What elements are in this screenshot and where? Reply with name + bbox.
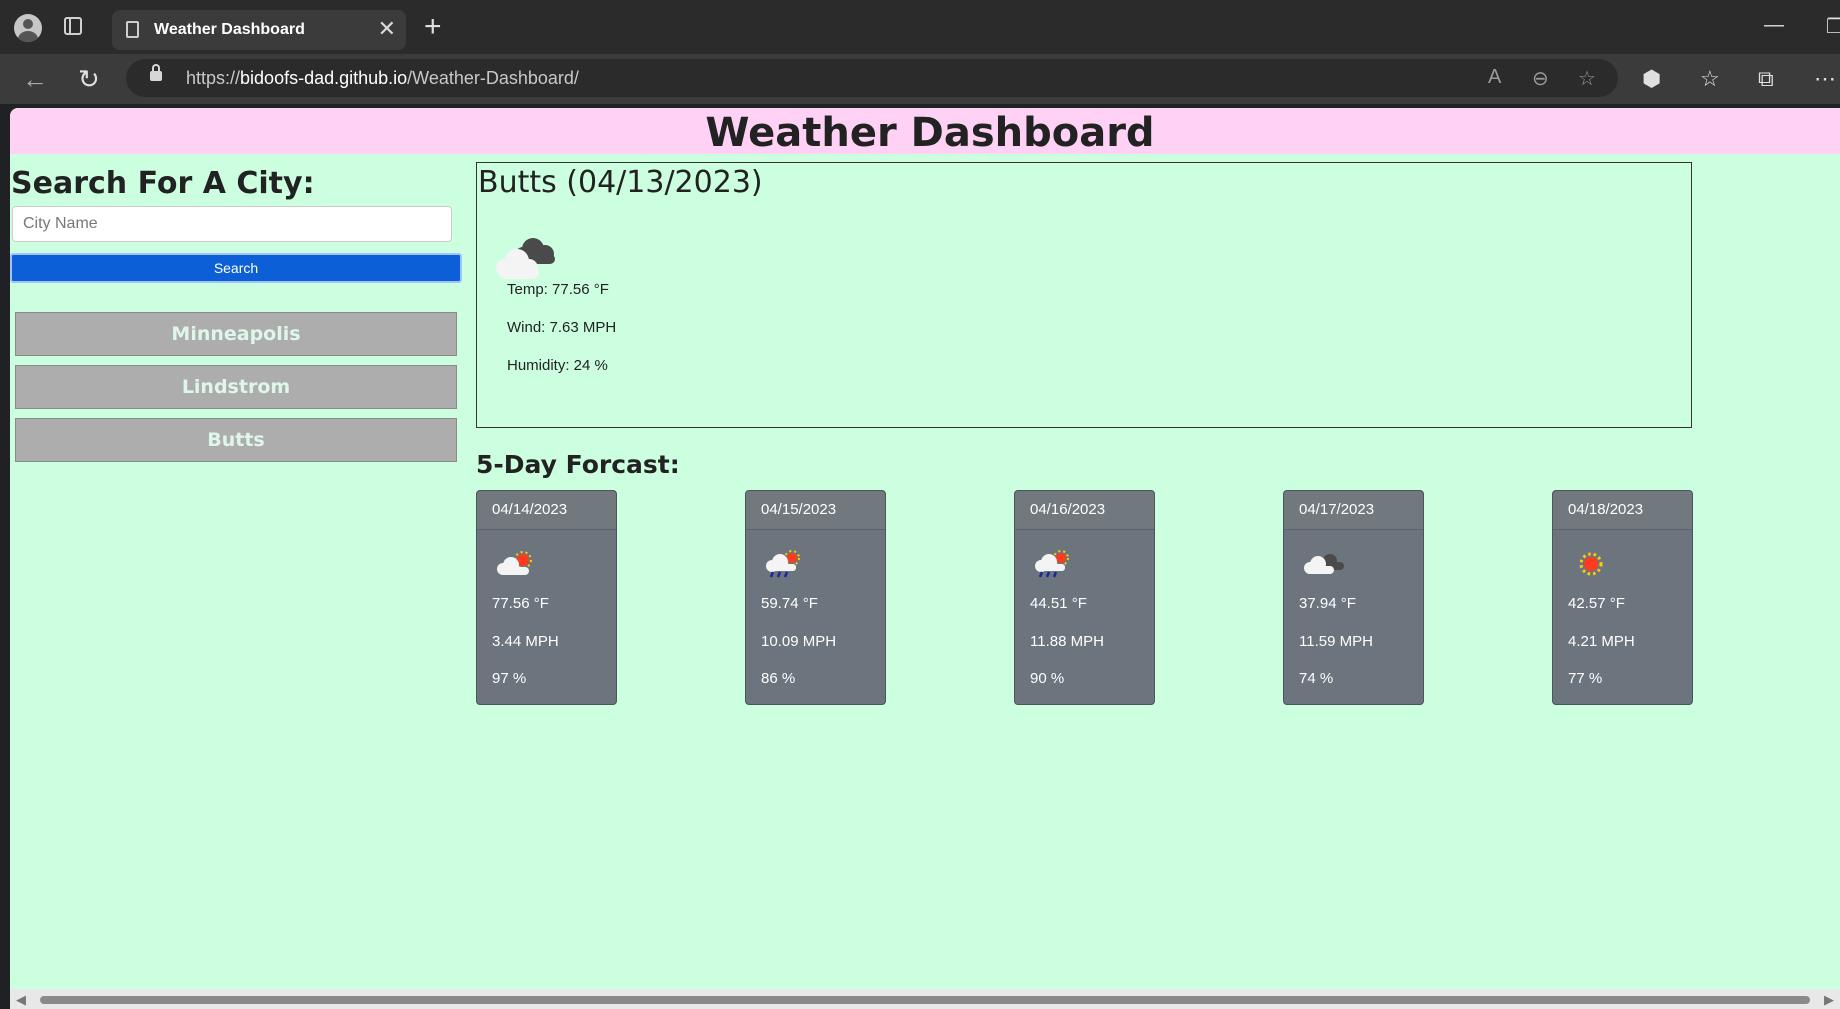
new-tab-icon[interactable]: + bbox=[424, 12, 442, 42]
current-city-title: Butts (04/13/2023) bbox=[478, 165, 763, 200]
history-button-butts[interactable]: Butts bbox=[15, 418, 457, 462]
search-history: Minneapolis Lindstrom Butts bbox=[15, 312, 457, 471]
tab-actions-icon[interactable] bbox=[64, 17, 82, 35]
current-humidity: Humidity: 24 % bbox=[507, 357, 608, 374]
maximize-icon[interactable]: ❐ bbox=[1826, 14, 1840, 39]
horizontal-scrollbar[interactable]: ◀ ▶ bbox=[10, 989, 1840, 1009]
browser-tab[interactable]: Weather Dashboard ✕ bbox=[112, 10, 406, 50]
forecast-card: 04/18/2023 42.57 °F 4.21 MPH 77 % bbox=[1552, 490, 1693, 705]
few-clouds-icon bbox=[497, 551, 532, 575]
forecast-date: 04/18/2023 bbox=[1568, 501, 1644, 518]
reload-icon[interactable]: ↻ bbox=[78, 64, 100, 94]
forecast-temp: 44.51 °F bbox=[1030, 595, 1087, 612]
page-header: Weather Dashboard bbox=[10, 108, 1840, 156]
minimize-icon[interactable]: — bbox=[1764, 14, 1784, 37]
forecast-wind: 11.88 MPH bbox=[1030, 633, 1104, 650]
add-favorite-icon[interactable]: ☆ bbox=[1578, 66, 1596, 91]
forecast-date: 04/14/2023 bbox=[492, 501, 568, 518]
rain-icon bbox=[1035, 550, 1069, 578]
forecast-date: 04/16/2023 bbox=[1030, 501, 1106, 518]
favorites-icon[interactable]: ☆ bbox=[1700, 66, 1720, 92]
forecast-temp: 59.74 °F bbox=[761, 595, 818, 612]
forecast-humidity: 90 % bbox=[1030, 670, 1065, 687]
rain-icon bbox=[766, 550, 800, 578]
zoom-out-icon[interactable]: ⊖ bbox=[1532, 66, 1549, 91]
forecast-card: 04/17/2023 37.94 °F 11.59 MPH 74 % bbox=[1283, 490, 1424, 705]
forecast-card: 04/15/2023 59.74 °F 10.09 MPH 86 % bbox=[745, 490, 886, 705]
read-aloud-icon[interactable]: A bbox=[1488, 66, 1501, 89]
forecast-date: 04/17/2023 bbox=[1299, 501, 1375, 518]
more-menu-icon[interactable]: ⋯ bbox=[1814, 66, 1836, 92]
forecast-wind: 4.21 MPH bbox=[1568, 633, 1635, 650]
page-viewport: Weather Dashboard Search For A City: Sea… bbox=[10, 108, 1840, 1009]
search-button[interactable]: Search bbox=[10, 253, 462, 283]
scroll-left-icon[interactable]: ◀ bbox=[16, 992, 26, 1008]
lock-icon[interactable] bbox=[150, 64, 162, 81]
forecast-date: 04/15/2023 bbox=[761, 501, 837, 518]
url-text[interactable]: https://bidoofs-dad.github.io/Weather-Da… bbox=[186, 68, 579, 89]
current-temp: Temp: 77.56 °F bbox=[507, 281, 609, 298]
forecast-humidity: 77 % bbox=[1568, 670, 1603, 687]
forecast-wind: 11.59 MPH bbox=[1299, 633, 1373, 650]
forecast-humidity: 74 % bbox=[1299, 670, 1334, 687]
forecast-card: 04/16/2023 44.51 °F 11.88 MPH 90 % bbox=[1014, 490, 1155, 705]
forecast-humidity: 86 % bbox=[761, 670, 796, 687]
scroll-right-icon[interactable]: ▶ bbox=[1824, 992, 1834, 1008]
forecast-wind: 3.44 MPH bbox=[492, 633, 559, 650]
forecast-wind: 10.09 MPH bbox=[761, 633, 837, 650]
extensions-icon[interactable]: ⬢ bbox=[1642, 66, 1661, 92]
browser-tabstrip: Weather Dashboard ✕ + — ❐ bbox=[0, 0, 1840, 54]
tab-title: Weather Dashboard bbox=[154, 21, 305, 38]
page-title: Weather Dashboard bbox=[705, 110, 1155, 156]
clear-sky-icon bbox=[1579, 552, 1603, 576]
address-bar[interactable]: https://bidoofs-dad.github.io/Weather-Da… bbox=[126, 59, 1618, 97]
scrollbar-thumb[interactable] bbox=[40, 996, 1810, 1004]
overcast-clouds-icon bbox=[1304, 554, 1344, 574]
forecast-heading: 5-Day Forcast: bbox=[476, 450, 680, 479]
close-tab-icon[interactable]: ✕ bbox=[378, 17, 396, 41]
collections-icon[interactable]: ⧉ bbox=[1758, 66, 1774, 92]
forecast-humidity: 97 % bbox=[492, 670, 527, 687]
current-wind: Wind: 7.63 MPH bbox=[507, 319, 617, 336]
search-heading: Search For A City: bbox=[11, 166, 315, 201]
profile-icon[interactable] bbox=[14, 14, 42, 42]
browser-toolbar: ← ↻ https://bidoofs-dad.github.io/Weathe… bbox=[0, 54, 1840, 104]
current-weather-panel: Butts (04/13/2023) Temp: 77.56 °F Wind: … bbox=[476, 162, 1692, 428]
page-favicon-icon bbox=[126, 21, 139, 38]
forecast-temp: 42.57 °F bbox=[1568, 595, 1625, 612]
history-button-lindstrom[interactable]: Lindstrom bbox=[15, 365, 457, 409]
back-icon[interactable]: ← bbox=[22, 64, 48, 94]
city-search-input[interactable] bbox=[12, 206, 452, 242]
forecast-card: 04/14/2023 77.56 °F 3.44 MPH 97 % bbox=[476, 490, 617, 705]
forecast-temp: 77.56 °F bbox=[492, 595, 549, 612]
history-button-minneapolis[interactable]: Minneapolis bbox=[15, 312, 457, 356]
forecast-temp: 37.94 °F bbox=[1299, 595, 1356, 612]
broken-clouds-icon bbox=[496, 238, 555, 279]
